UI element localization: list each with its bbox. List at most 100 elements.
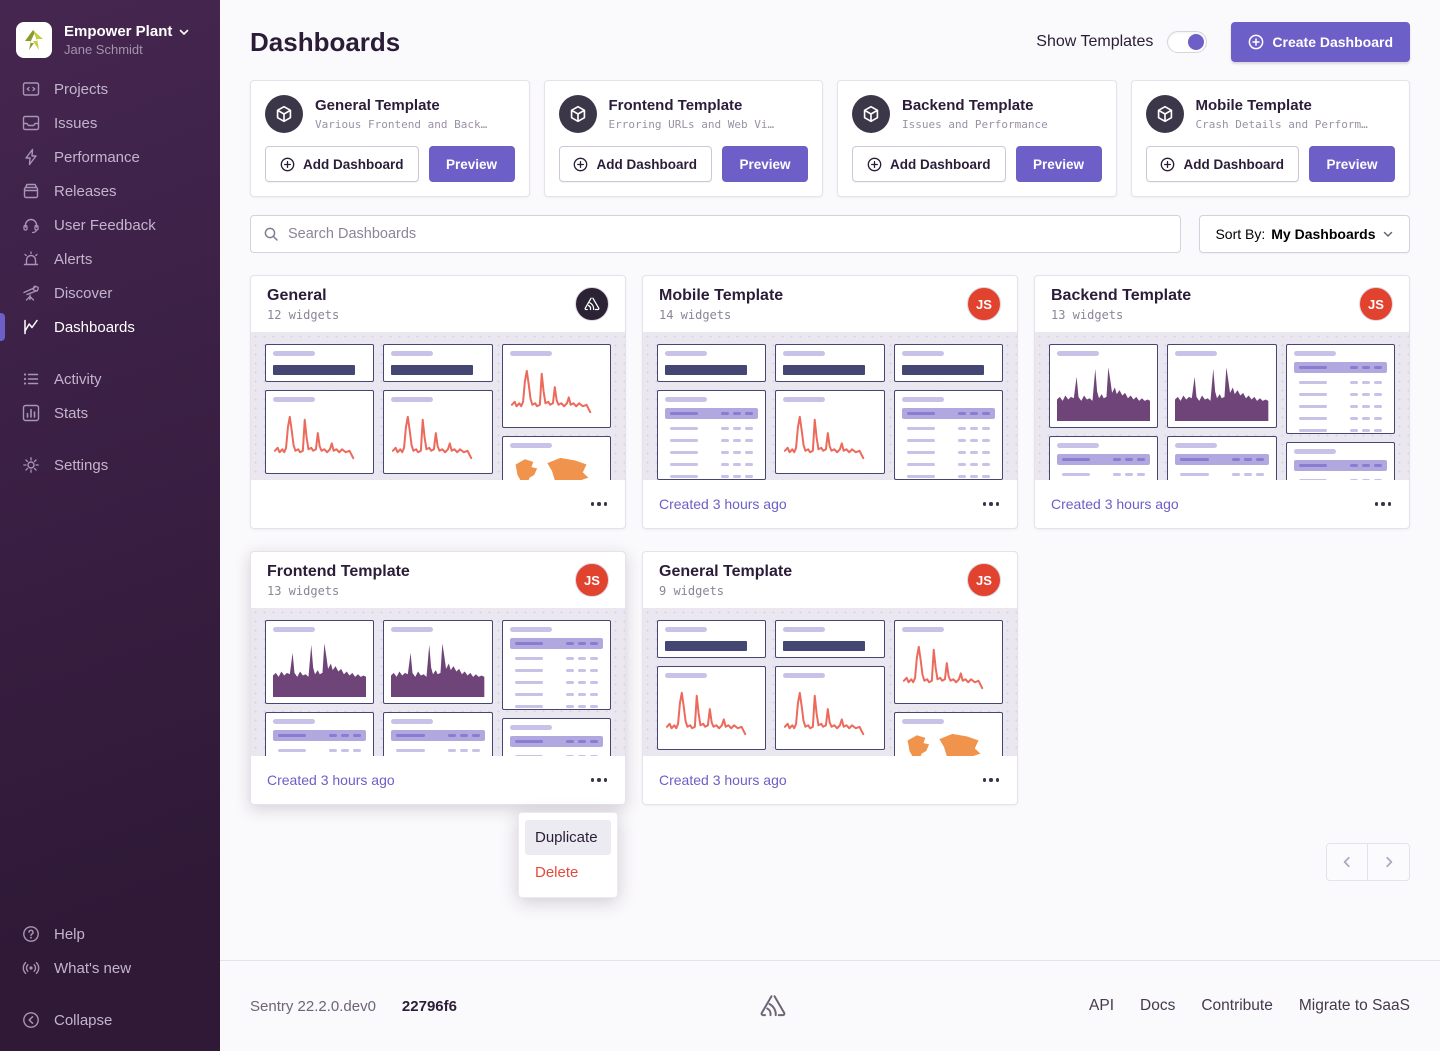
dashboard-title: Backend Template — [1051, 287, 1191, 305]
search-icon — [263, 226, 279, 242]
user-name: Jane Schmidt — [64, 42, 190, 57]
sidebar-item-label: Performance — [54, 149, 140, 166]
sidebar-item-label: What's new — [54, 960, 131, 977]
widget-thumbnail-table — [383, 712, 492, 757]
widget-thumbnail-bignumber — [894, 344, 1003, 382]
releases-icon — [22, 182, 40, 200]
cube-icon — [559, 95, 597, 133]
dashboard-preview — [643, 608, 1017, 757]
footer-link-api[interactable]: API — [1089, 997, 1114, 1015]
broadcast-icon — [22, 959, 40, 977]
toggle-knob — [1188, 34, 1204, 50]
preview-button[interactable]: Preview — [1309, 146, 1395, 182]
footer-link-docs[interactable]: Docs — [1140, 997, 1175, 1015]
alerts-icon — [22, 250, 40, 268]
add-dashboard-button[interactable]: Add Dashboard — [559, 146, 713, 182]
widget-thumbnail-line — [775, 666, 884, 750]
dashboard-card-general-template[interactable]: General Template 9 widgets JS Created 3 … — [642, 551, 1018, 805]
widget-thumbnail-table — [1286, 344, 1395, 434]
widget-thumbnail-map — [502, 436, 611, 481]
footer-link-contribute[interactable]: Contribute — [1201, 997, 1273, 1015]
add-dashboard-button[interactable]: Add Dashboard — [852, 146, 1006, 182]
sidebar-item-stats[interactable]: Stats — [0, 396, 220, 430]
build-hash: 22796f6 — [402, 998, 457, 1015]
menu-item-duplicate[interactable]: Duplicate — [525, 820, 611, 855]
sidebar-item-label: Alerts — [54, 251, 92, 268]
projects-icon — [22, 80, 40, 98]
cube-icon — [852, 95, 890, 133]
sidebar-item-discover[interactable]: Discover — [0, 276, 220, 310]
add-dashboard-label: Add Dashboard — [596, 157, 697, 172]
menu-item-delete[interactable]: Delete — [525, 855, 611, 890]
chevron-right-icon — [1382, 855, 1396, 869]
card-menu-button[interactable] — [981, 772, 1002, 788]
performance-icon — [22, 148, 40, 166]
sidebar-item-activity[interactable]: Activity — [0, 362, 220, 396]
widget-thumbnail-table — [1167, 436, 1276, 481]
widget-thumbnail-bignumber — [775, 344, 884, 382]
template-subtitle: Issues and Performance — [902, 118, 1048, 131]
settings-icon — [22, 456, 40, 474]
preview-button[interactable]: Preview — [429, 146, 515, 182]
template-card-general: General Template Various Frontend and Ba… — [250, 80, 530, 197]
preview-button[interactable]: Preview — [1016, 146, 1102, 182]
widget-thumbnail-line — [383, 390, 492, 474]
created-label: Created 3 hours ago — [267, 772, 395, 788]
next-page-button[interactable] — [1368, 844, 1409, 880]
circle-plus-icon — [573, 157, 588, 172]
add-dashboard-button[interactable]: Add Dashboard — [1146, 146, 1300, 182]
widget-thumbnail-line — [775, 390, 884, 474]
show-templates-label: Show Templates — [1036, 33, 1153, 51]
org-switcher[interactable]: Empower Plant Jane Schmidt — [0, 14, 220, 72]
card-menu-button[interactable] — [589, 496, 610, 512]
widget-thumbnail-table — [265, 712, 374, 757]
sidebar-item-whats-new[interactable]: What's new — [0, 951, 220, 985]
add-dashboard-button[interactable]: Add Dashboard — [265, 146, 419, 182]
sidebar-item-help[interactable]: Help — [0, 917, 220, 951]
sort-by-dropdown[interactable]: Sort By: My Dashboards — [1199, 215, 1410, 253]
create-dashboard-button[interactable]: Create Dashboard — [1231, 22, 1410, 62]
sidebar-item-issues[interactable]: Issues — [0, 106, 220, 140]
template-card-backend: Backend Template Issues and Performance … — [837, 80, 1117, 197]
sidebar-item-projects[interactable]: Projects — [0, 72, 220, 106]
card-menu-button[interactable] — [589, 772, 610, 788]
main-content: Dashboards Show Templates Create Dashboa… — [220, 0, 1440, 1051]
sidebar-item-label: Settings — [54, 457, 108, 474]
sidebar-item-label: Help — [54, 926, 85, 943]
search-bar — [250, 215, 1181, 253]
sidebar-item-settings[interactable]: Settings — [0, 448, 220, 482]
template-card-mobile: Mobile Template Crash Details and Perfor… — [1131, 80, 1411, 197]
widget-thumbnail-bignumber — [657, 620, 766, 658]
show-templates-toggle[interactable] — [1167, 31, 1207, 53]
sidebar-item-alerts[interactable]: Alerts — [0, 242, 220, 276]
dashboard-widget-count: 13 widgets — [267, 584, 410, 598]
chevron-down-icon — [178, 26, 190, 38]
template-subtitle: Various Frontend and Back… — [315, 118, 487, 131]
cube-icon — [265, 95, 303, 133]
widget-thumbnail-line — [502, 344, 611, 428]
widget-thumbnail-bignumber — [657, 344, 766, 382]
dashboard-preview — [251, 608, 625, 757]
dashboard-grid: General 12 widgets Mobile Template 14 wi… — [250, 275, 1410, 805]
sidebar-item-collapse[interactable]: Collapse — [0, 1003, 220, 1037]
dashboard-card-backend-template[interactable]: Backend Template 13 widgets JS Created 3… — [1034, 275, 1410, 529]
search-input[interactable] — [288, 226, 1168, 242]
sidebar-item-label: Issues — [54, 115, 97, 132]
template-title: General Template — [315, 97, 487, 114]
dashboard-card-general[interactable]: General 12 widgets — [250, 275, 626, 529]
dashboard-card-frontend-template[interactable]: Frontend Template 13 widgets JS Created … — [250, 551, 626, 805]
app-footer: Sentry 22.2.0.dev0 22796f6 API Docs Cont… — [220, 960, 1440, 1051]
dashboard-card-mobile-template[interactable]: Mobile Template 14 widgets JS Created 3 … — [642, 275, 1018, 529]
preview-button[interactable]: Preview — [722, 146, 808, 182]
previous-page-button[interactable] — [1327, 844, 1368, 880]
card-context-menu: Duplicate Delete — [518, 812, 618, 898]
footer-link-migrate[interactable]: Migrate to SaaS — [1299, 997, 1410, 1015]
card-menu-button[interactable] — [1373, 496, 1394, 512]
template-title: Frontend Template — [609, 97, 775, 114]
sidebar-item-performance[interactable]: Performance — [0, 140, 220, 174]
sentry-avatar — [575, 287, 609, 321]
sidebar-item-user-feedback[interactable]: User Feedback — [0, 208, 220, 242]
sidebar-item-releases[interactable]: Releases — [0, 174, 220, 208]
card-menu-button[interactable] — [981, 496, 1002, 512]
sidebar-item-dashboards[interactable]: Dashboards — [0, 310, 220, 344]
